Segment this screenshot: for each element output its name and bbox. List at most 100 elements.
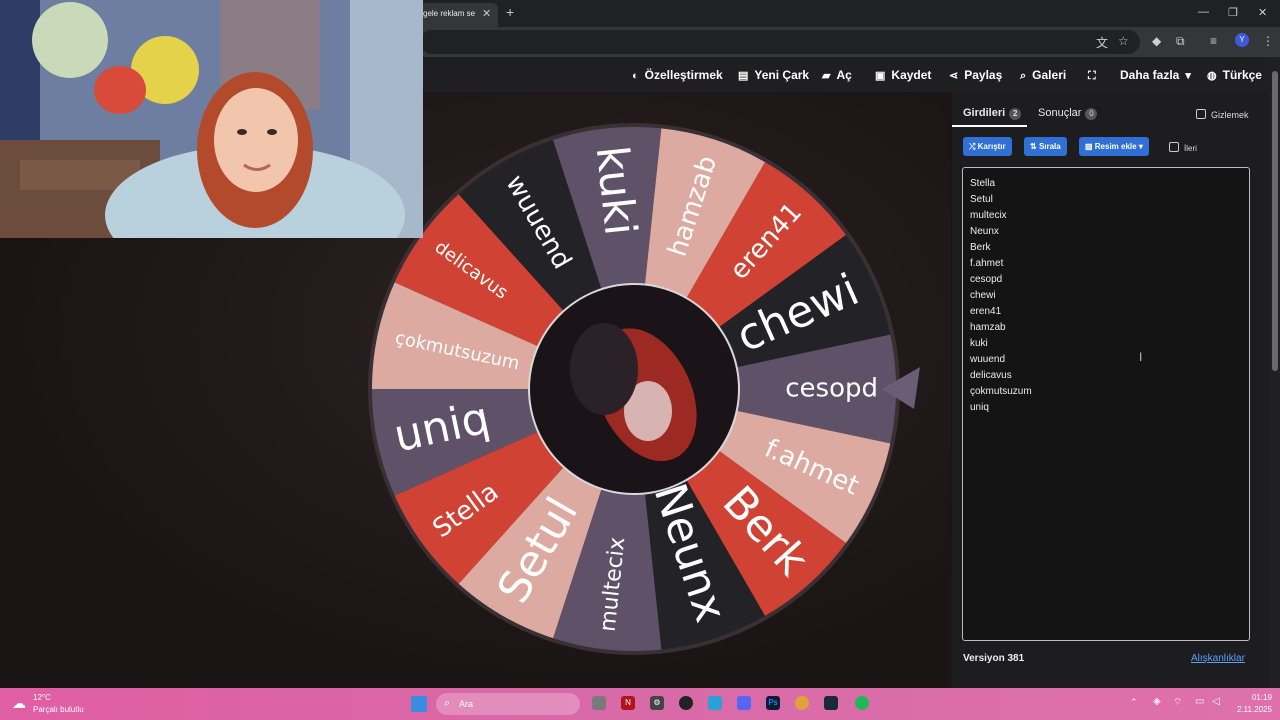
entries-count-badge: 2 xyxy=(1009,108,1022,120)
discord-icon[interactable] xyxy=(737,696,751,710)
tab-title: gele reklam seç xyxy=(423,9,475,18)
image-icon: ▨ xyxy=(1085,142,1095,151)
nav-more-label: Daha fazla xyxy=(1120,68,1180,82)
netflix-icon[interactable]: N xyxy=(621,696,635,710)
page-scrollbar[interactable] xyxy=(1270,57,1280,688)
share-icon: ⋖ xyxy=(949,70,959,82)
spotify-icon[interactable] xyxy=(855,696,869,710)
browser-menu-icon[interactable]: ⋮ xyxy=(1262,34,1274,48)
tray-wifi-icon[interactable]: ⌔ xyxy=(1173,696,1182,709)
tab-results[interactable]: Sonuçlar 0 xyxy=(1038,107,1098,120)
translate-icon[interactable]: 文 xyxy=(1096,34,1108,51)
save-icon: ▣ xyxy=(875,70,886,82)
nav-new-wheel[interactable]: ▤ Yeni Çark xyxy=(738,68,809,82)
tray-volume-icon[interactable]: ◁ xyxy=(1212,696,1220,707)
file-icon: ▤ xyxy=(738,70,749,82)
entry-line[interactable]: wuuend xyxy=(970,352,1242,368)
chevron-down-icon: ▾ xyxy=(1136,142,1143,151)
nav-language[interactable]: ◍ Türkçe xyxy=(1207,68,1262,82)
tray-network-icon[interactable]: ◈ xyxy=(1153,696,1161,707)
tray-chevron-up-icon[interactable]: ⌃ xyxy=(1130,697,1138,708)
media-control-icon[interactable]: ≡ xyxy=(1210,34,1217,48)
shortcuts-link[interactable]: Alışkanlıklar xyxy=(1191,653,1245,664)
nav-open-label: Aç xyxy=(836,68,852,82)
tray-display-icon[interactable]: ▭ xyxy=(1195,696,1204,707)
add-image-button[interactable]: ▨ Resim ekle ▾ xyxy=(1079,137,1149,156)
start-windows-icon[interactable] xyxy=(411,696,427,712)
maximize-button[interactable]: ❐ xyxy=(1228,6,1238,19)
nav-gallery-label: Galeri xyxy=(1032,68,1067,82)
entry-line[interactable]: kuki xyxy=(970,336,1242,352)
close-window-button[interactable]: ✕ xyxy=(1258,6,1267,19)
entry-line[interactable]: hamzab xyxy=(970,320,1242,336)
chrome-icon[interactable] xyxy=(795,696,809,710)
webcam-feed-image xyxy=(0,0,423,238)
taskbar-search[interactable]: ⌕ Ara xyxy=(436,693,580,715)
editor-app-icon[interactable] xyxy=(708,696,722,710)
entries-textarea[interactable]: Stella Setul multecix Neunx Berk f.ahmet cesop… xyxy=(962,167,1250,641)
profile-avatar[interactable]: Y xyxy=(1235,33,1249,47)
settings-gear-icon[interactable]: ⚙ xyxy=(650,696,664,710)
tab-entries[interactable]: Girdileri 2 xyxy=(963,107,1022,120)
entry-line[interactable]: Stella xyxy=(970,176,1242,192)
nav-open[interactable]: ▰ Aç xyxy=(822,68,852,82)
steam-icon[interactable] xyxy=(824,696,838,710)
nav-more[interactable]: Daha fazla ▾ xyxy=(1120,68,1197,82)
tab-close-icon[interactable]: ✕ xyxy=(482,7,491,20)
webcam-overlay xyxy=(0,0,423,238)
entry-line[interactable]: Berk xyxy=(970,240,1242,256)
nav-share[interactable]: ⋖ Paylaş xyxy=(949,68,1002,82)
screen: gele reklam seç ✕ + — ❐ ✕ 文 ☆ ◆ ⧉ ≡ Y ⋮ … xyxy=(0,0,1280,720)
taskbar-time[interactable]: 01:19 xyxy=(1232,693,1272,702)
tab-results-label: Sonuçlar xyxy=(1038,107,1082,119)
scrollbar-thumb[interactable] xyxy=(1272,71,1278,371)
caret-down-icon: ▾ xyxy=(1185,70,1191,82)
sort-label: Sırala xyxy=(1038,142,1061,151)
entry-line[interactable]: chewi xyxy=(970,288,1242,304)
taskbar-date[interactable]: 2.11.2025 xyxy=(1232,705,1272,714)
entry-line[interactable]: eren41 xyxy=(970,304,1242,320)
nav-language-label: Türkçe xyxy=(1222,68,1262,82)
version-label: Versiyon 381 xyxy=(963,653,1025,664)
photoshop-icon[interactable]: Ps xyxy=(766,696,780,710)
nav-save[interactable]: ▣ Kaydet xyxy=(875,68,931,82)
minimize-button[interactable]: — xyxy=(1198,6,1209,18)
hide-checkbox[interactable]: Gizlemek xyxy=(1196,109,1249,120)
entry-line[interactable]: multecix xyxy=(970,208,1242,224)
hide-checkbox-box[interactable] xyxy=(1196,109,1206,119)
weather-temperature[interactable]: 12°C xyxy=(33,693,51,702)
fullscreen-icon: ⛶ xyxy=(1088,70,1096,82)
entry-line[interactable]: çokmutsuzum xyxy=(970,384,1242,400)
entry-line[interactable]: Neunx xyxy=(970,224,1242,240)
shuffle-label: Karıştır xyxy=(977,142,1006,151)
task-view-icon[interactable] xyxy=(592,696,606,710)
folder-open-icon: ▰ xyxy=(822,70,831,82)
entry-line[interactable]: Setul xyxy=(970,192,1242,208)
obs-icon[interactable] xyxy=(679,696,693,710)
weather-cloud-icon: ☁ xyxy=(12,695,26,711)
extension-diamond-icon[interactable]: ◆ xyxy=(1152,34,1161,48)
entries-panel: Girdileri 2 Sonuçlar 0 Gizlemek ⤮ Karıştır… xyxy=(952,92,1270,688)
browser-tab[interactable]: gele reklam seç ✕ xyxy=(416,3,498,27)
nav-gallery[interactable]: ⌕ Galeri xyxy=(1020,68,1066,83)
new-tab-button[interactable]: + xyxy=(506,4,514,20)
advanced-checkbox-box[interactable] xyxy=(1169,142,1179,152)
entry-line[interactable]: delicavus xyxy=(970,368,1242,384)
entry-line[interactable]: cesopd xyxy=(970,272,1242,288)
entry-line[interactable]: f.ahmet xyxy=(970,256,1242,272)
fullscreen-button[interactable]: ⛶ xyxy=(1088,68,1102,83)
weather-description[interactable]: Parçalı bulutlu xyxy=(33,705,84,714)
add-image-label: Resim ekle xyxy=(1094,142,1137,151)
address-bar[interactable] xyxy=(420,30,1140,54)
advanced-checkbox[interactable]: İleri xyxy=(1169,142,1197,153)
wheel-center-image[interactable] xyxy=(530,285,738,493)
nav-customize[interactable]: ◐ Özelleştirmek xyxy=(632,68,723,82)
sort-button[interactable]: ⇅ Sırala xyxy=(1024,137,1067,156)
entry-line[interactable]: uniq xyxy=(970,400,1242,416)
palette-icon: ◐ xyxy=(632,70,639,82)
shuffle-button[interactable]: ⤮ Karıştır xyxy=(963,137,1012,156)
sort-icon: ⇅ xyxy=(1030,142,1039,151)
globe-icon: ◍ xyxy=(1207,70,1217,82)
bookmark-star-icon[interactable]: ☆ xyxy=(1118,34,1129,48)
extensions-puzzle-icon[interactable]: ⧉ xyxy=(1176,34,1185,49)
